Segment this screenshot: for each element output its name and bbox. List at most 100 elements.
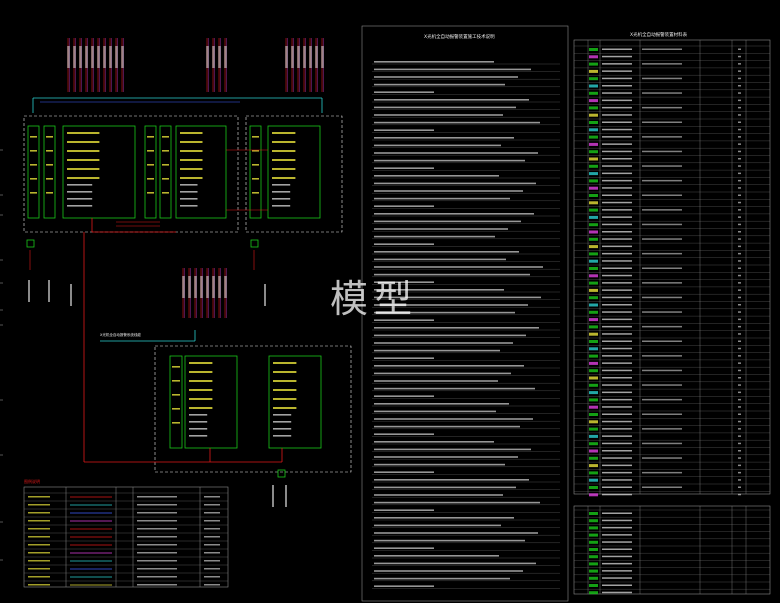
panel-text-mark	[67, 198, 93, 200]
equip-icon-mark	[589, 354, 598, 358]
equip-icon-mark	[589, 186, 598, 190]
notes-text-mark	[374, 243, 434, 245]
equip-text-mark	[602, 519, 632, 522]
equip-text-mark	[602, 201, 632, 204]
equip-text-mark	[602, 136, 632, 138]
legend-text-mark	[204, 496, 220, 498]
notes-text-mark	[374, 342, 513, 344]
notes-text-mark	[374, 129, 434, 131]
legend-text-mark	[137, 568, 177, 570]
equip-text-mark	[642, 267, 682, 269]
equip-text-mark	[602, 260, 632, 262]
notes-text-mark	[374, 258, 506, 261]
notes-text-mark	[374, 68, 531, 71]
equip-text-mark	[602, 114, 632, 116]
equip-icon-mark	[589, 215, 598, 219]
notes-text-mark	[374, 251, 519, 253]
panel-text-mark	[273, 371, 297, 373]
panel-text-mark	[189, 389, 213, 391]
equip-text-mark	[602, 282, 632, 284]
equip-icon-mark	[589, 179, 598, 183]
panel-text-mark	[180, 150, 203, 152]
legend-text-mark	[28, 504, 50, 506]
equip-text-mark	[738, 260, 741, 262]
equip-text-mark	[642, 442, 682, 445]
relay-text-mark	[162, 136, 169, 138]
relay-text-mark	[162, 178, 169, 180]
panel-text-mark	[180, 184, 198, 186]
notes-text-mark	[374, 387, 535, 390]
equip-text-mark	[602, 48, 632, 50]
equip-icon-mark	[589, 478, 598, 482]
equip-icon-mark	[589, 376, 598, 380]
panel-text-mark	[180, 132, 203, 134]
equip-text-mark	[642, 63, 682, 65]
equip-text-mark	[602, 158, 632, 160]
notes-text-mark	[374, 137, 514, 139]
bundle-label-mark	[194, 276, 197, 298]
equip-text-mark	[602, 340, 632, 342]
equipment-table-title: X光机全自动报警装置材料表	[630, 31, 688, 38]
equip-text-mark	[738, 435, 741, 437]
notes-text-mark	[374, 357, 434, 359]
equip-text-mark	[738, 77, 741, 80]
panel-text-mark	[273, 398, 297, 400]
notes-text-mark	[374, 99, 529, 101]
notes-text-mark	[374, 144, 501, 147]
equip-text-mark	[602, 150, 632, 153]
relay-text-mark	[162, 164, 169, 166]
bundle-label-mark	[212, 46, 215, 68]
equip-text-mark	[602, 143, 632, 145]
notes-text-mark	[374, 228, 508, 230]
equip-icon-mark	[589, 281, 598, 285]
notes-text-mark	[374, 501, 540, 504]
notes-text-mark	[374, 159, 525, 162]
equip-icon-mark	[589, 398, 598, 402]
panel-text-mark	[273, 435, 292, 437]
legend-text-mark	[204, 568, 220, 570]
equip-icon-mark	[589, 493, 598, 497]
equip-icon-mark	[589, 135, 598, 139]
legend-text-mark	[28, 544, 50, 546]
equip-icon-mark	[589, 562, 598, 566]
notes-text-mark	[374, 418, 533, 420]
equip-text-mark	[738, 231, 741, 233]
notes-text-mark	[374, 273, 530, 276]
notes-text-mark	[374, 547, 434, 549]
equip-text-mark	[602, 77, 632, 80]
notes-text-mark	[374, 220, 521, 223]
equip-icon-mark	[589, 449, 598, 453]
equip-text-mark	[602, 591, 632, 594]
vertical-label-mark	[285, 485, 287, 507]
relay-text-mark	[30, 150, 37, 152]
equip-text-mark	[602, 398, 632, 401]
panel-text-mark	[67, 177, 100, 179]
equip-text-mark	[738, 121, 741, 123]
equip-text-mark	[642, 355, 682, 357]
bundle-label-mark	[224, 276, 227, 298]
legend-text-mark	[137, 552, 177, 554]
equip-text-mark	[642, 106, 682, 109]
equip-text-mark	[738, 48, 741, 50]
legend-text-mark	[204, 520, 220, 522]
equip-text-mark	[602, 238, 632, 240]
equip-icon-mark	[589, 591, 598, 595]
equip-text-mark	[602, 304, 632, 306]
equip-text-mark	[602, 413, 632, 415]
equip-text-mark	[602, 216, 632, 218]
relay-text-mark	[147, 192, 154, 194]
equip-text-mark	[738, 99, 741, 102]
equip-text-mark	[738, 114, 741, 116]
equip-icon-mark	[589, 340, 598, 343]
notes-text-mark	[374, 577, 510, 580]
equip-text-mark	[642, 296, 682, 299]
panel-text-mark	[273, 421, 292, 423]
equip-icon-mark	[589, 69, 598, 73]
legend-text-mark	[204, 576, 220, 578]
equip-text-mark	[738, 369, 741, 372]
legend-text-mark	[204, 536, 220, 538]
panel-text-mark	[189, 428, 208, 430]
equip-text-mark	[642, 325, 682, 328]
equip-text-mark	[602, 355, 632, 357]
equip-text-mark	[602, 493, 632, 496]
